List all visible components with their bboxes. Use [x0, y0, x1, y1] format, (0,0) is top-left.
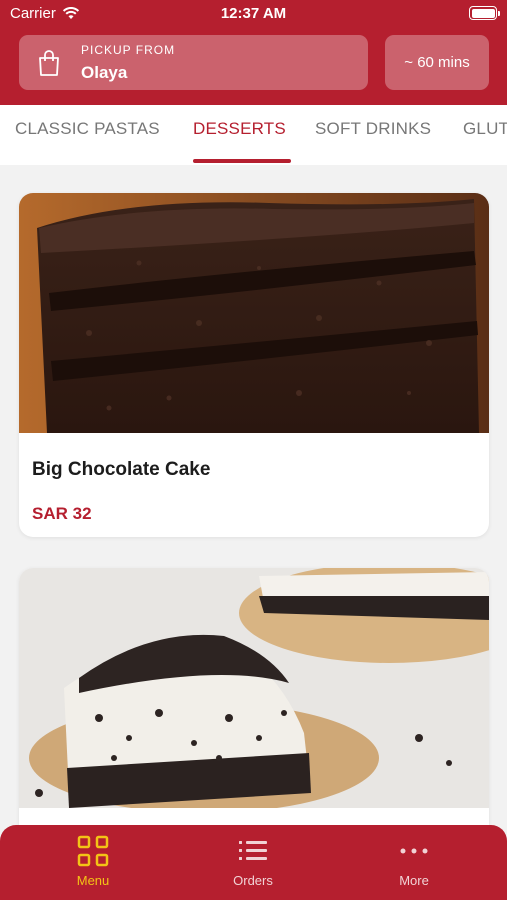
tab-classic-pastas[interactable]: CLASSIC PASTAS — [15, 119, 160, 139]
product-card[interactable]: Big Chocolate Cake SAR 32 — [19, 193, 489, 537]
pickup-location-selector[interactable]: PICKUP FROM Olaya — [19, 35, 368, 90]
nav-more-label: More — [399, 873, 429, 888]
nav-orders-label: Orders — [233, 873, 273, 888]
shopping-bag-icon — [39, 50, 59, 76]
active-tab-indicator — [193, 159, 291, 163]
category-tabs: CLASSIC PASTAS DESSERTS SOFT DRINKS GLUT — [0, 105, 507, 165]
nav-orders[interactable]: Orders — [198, 835, 308, 888]
pickup-location: Olaya — [81, 63, 128, 82]
tab-soft-drinks[interactable]: SOFT DRINKS — [315, 119, 431, 139]
pickup-label: PICKUP FROM — [81, 43, 176, 57]
bottom-navigation: Menu Orders More — [0, 825, 507, 900]
more-dots-icon — [400, 848, 428, 854]
tab-gluten-free[interactable]: GLUT — [463, 119, 507, 139]
clock: 12:37 AM — [220, 5, 287, 22]
product-price: SAR 32 — [32, 504, 92, 523]
nav-more[interactable]: More — [359, 835, 469, 888]
chocolate-cake-photo — [19, 193, 489, 433]
tab-desserts[interactable]: DESSERTS — [193, 119, 286, 139]
nav-menu[interactable]: Menu — [38, 835, 148, 888]
status-bar: Carrier 12:37 AM — [0, 0, 507, 28]
battery-icon — [469, 6, 500, 20]
grid-icon — [77, 835, 109, 867]
product-name: Big Chocolate Cake — [32, 459, 211, 480]
list-icon — [239, 841, 267, 860]
oreo-cheesecake-photo — [19, 568, 489, 808]
nav-menu-label: Menu — [76, 873, 110, 888]
app-header: Carrier 12:37 AM PICKUP FROM Olaya ~ 60 … — [0, 0, 507, 105]
eta-badge[interactable]: ~ 60 mins — [385, 35, 489, 90]
